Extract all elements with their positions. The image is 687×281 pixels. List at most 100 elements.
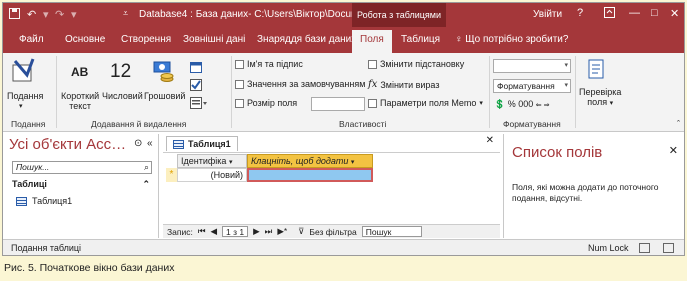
close-document-icon[interactable]: ✕ — [486, 135, 494, 146]
format-combo[interactable]: Форматування ▾ — [493, 79, 571, 93]
tab-table[interactable]: Таблиця — [401, 34, 440, 45]
tab-fields[interactable]: Поля — [352, 30, 392, 53]
format-combo-value: Форматування — [497, 81, 555, 91]
no-filter-button[interactable]: Без фільтра — [309, 227, 356, 237]
redo-icon[interactable]: ↷ — [55, 8, 64, 21]
record-position[interactable]: 1 з 1 — [222, 226, 249, 237]
previous-record-icon[interactable]: ◀ — [210, 226, 217, 237]
record-navigator: Запис: ⏮ ◀ 1 з 1 ▶ ⏭ ▶* ⊽ Без фільтра По… — [163, 224, 500, 238]
view-icon[interactable] — [11, 57, 37, 87]
default-value-label: Значення за замовчуванням — [247, 79, 366, 89]
currency-icon — [153, 59, 175, 85]
record-label: Запис: — [167, 226, 193, 237]
decimal-buttons-icon[interactable]: ⇐ ⇒ — [536, 102, 550, 109]
sign-in-link[interactable]: Увійти — [533, 9, 562, 20]
close-icon[interactable]: ✕ — [669, 144, 678, 157]
fx-icon: fx — [368, 79, 378, 90]
field-size-input[interactable] — [311, 97, 365, 111]
document-tab-label: Таблиця1 — [188, 139, 231, 149]
cell-id-new[interactable]: (Новий) — [177, 168, 247, 182]
data-type-combo[interactable]: ▾ — [493, 59, 571, 73]
nav-title[interactable]: Усі об'єкти Acc… — [9, 136, 126, 153]
help-button[interactable]: ? — [577, 7, 583, 19]
currency-button[interactable]: Грошовий — [144, 91, 185, 101]
nav-menu-icon[interactable]: ⊙ — [134, 138, 142, 149]
field-size-label: Розмір поля — [247, 98, 298, 108]
close-button[interactable]: ✕ — [670, 7, 679, 20]
figure-caption: Рис. 5. Початкове вікно бази даних — [4, 262, 175, 274]
tab-file[interactable]: Файл — [19, 34, 44, 45]
document-tab-table1[interactable]: Таблиця1 — [166, 136, 238, 151]
next-record-icon[interactable]: ▶ — [253, 226, 260, 237]
column-header-id-label: Ідентифіка — [181, 156, 227, 166]
field-list-title: Список полів — [512, 144, 603, 161]
maximize-button[interactable]: □ — [651, 7, 658, 19]
chevron-down-icon[interactable]: ▾ — [351, 159, 355, 166]
access-window: ↶ ▾ ↷ ▾ ⩡ Database4 : База даних- C:\Use… — [2, 2, 685, 256]
customize-qat-icon[interactable]: ⩡ — [123, 8, 128, 19]
view-dropdown-icon[interactable]: ▾ — [19, 102, 23, 112]
column-header-click-to-add[interactable]: Клацніть, щоб додати ▾ — [247, 154, 373, 168]
currency-format-icon[interactable]: 💲 — [494, 99, 505, 109]
ribbon-options-icon[interactable] — [604, 7, 615, 21]
filter-icon: ⊽ — [298, 226, 305, 236]
field-validation-button[interactable]: Перевірка поля ▾ — [579, 87, 621, 109]
tab-create[interactable]: Створення — [121, 34, 171, 45]
nav-group-tables[interactable]: Таблиці ⌃ — [12, 179, 152, 189]
group-properties-label: Властивості — [339, 119, 387, 129]
modify-lookups-label: Змінити підстановку — [380, 59, 465, 69]
first-record-icon[interactable]: ⏮ — [198, 226, 206, 237]
group-formatting-label: Форматування — [503, 119, 561, 129]
undo-dropdown-icon[interactable]: ▾ — [43, 8, 49, 21]
modify-expression-label: Змінити вираз — [380, 79, 440, 90]
field-list-message: Поля, які можна додати до поточного пода… — [512, 182, 659, 203]
memo-settings-button[interactable]: Параметри поля Memo ▾ — [368, 98, 483, 108]
nav-group-label: Таблиці — [12, 179, 47, 189]
memo-settings-label: Параметри поля Memo — [380, 98, 477, 108]
group-views-label: Подання — [11, 119, 46, 129]
column-header-id[interactable]: Ідентифіка ▾ — [177, 154, 247, 168]
tab-database-tools[interactable]: Знаряддя бази даних — [257, 34, 356, 45]
group-add-delete-label: Додавання й видалення — [91, 119, 187, 129]
shutter-bar-icon[interactable]: « — [147, 138, 153, 149]
last-record-icon[interactable]: ⏭ — [265, 226, 273, 237]
design-view-icon[interactable] — [663, 243, 674, 253]
short-text-label-2: текст — [69, 101, 91, 111]
number-format-buttons[interactable]: 💲 % 000 ⇐ ⇒ — [494, 99, 549, 110]
yes-no-icon[interactable] — [190, 79, 202, 93]
number-button[interactable]: Числовий — [102, 91, 143, 101]
name-caption-button[interactable]: Ім'я та підпис — [235, 59, 303, 69]
chevron-down-icon[interactable]: ▾ — [229, 159, 233, 166]
collapse-ribbon-icon[interactable]: ˆ — [677, 119, 680, 129]
datasheet-view-icon[interactable] — [639, 243, 650, 253]
new-record-selector[interactable]: * — [166, 168, 177, 182]
nav-item-table1[interactable]: Таблиця1 — [16, 196, 72, 206]
collapse-group-icon[interactable]: ⌃ — [142, 179, 150, 190]
redo-dropdown-icon[interactable]: ▾ — [71, 8, 77, 21]
default-value-button[interactable]: Значення за замовчуванням — [235, 79, 365, 89]
tell-me-box[interactable]: ♀ Що потрібно зробити? — [455, 34, 568, 45]
datasheet-search-input[interactable]: Пошук — [361, 226, 422, 237]
percent-comma-format[interactable]: % 000 — [508, 99, 536, 109]
search-icon[interactable]: ⌕ — [144, 162, 149, 173]
cell-add-field-selected[interactable] — [247, 168, 373, 182]
chevron-down-icon: ▾ — [564, 82, 568, 89]
new-record-icon[interactable]: ▶* — [277, 226, 287, 237]
minimize-button[interactable]: — — [629, 7, 640, 19]
save-icon[interactable] — [9, 8, 20, 22]
view-button[interactable]: Подання — [7, 91, 43, 101]
tab-home[interactable]: Основне — [65, 34, 105, 45]
memo-settings-icon — [368, 98, 377, 108]
short-text-button[interactable]: Короткий текст — [61, 91, 99, 111]
modify-lookups-icon — [368, 59, 377, 69]
modify-expression-button[interactable]: fx Змінити вираз — [368, 79, 439, 90]
chevron-down-icon: ▾ — [609, 100, 614, 107]
tab-external-data[interactable]: Зовнішні дані — [183, 34, 245, 45]
modify-lookups-button[interactable]: Змінити підстановку — [368, 59, 464, 69]
more-fields-icon[interactable] — [190, 97, 208, 111]
date-time-icon[interactable] — [190, 61, 202, 75]
short-text-icon: AB — [71, 65, 89, 79]
nav-search-input[interactable]: Пошук... — [12, 161, 152, 174]
undo-icon[interactable]: ↶ — [27, 8, 36, 21]
navigation-pane: Усі об'єкти Acc… ⊙ « Пошук... ⌕ Таблиці … — [6, 134, 159, 238]
